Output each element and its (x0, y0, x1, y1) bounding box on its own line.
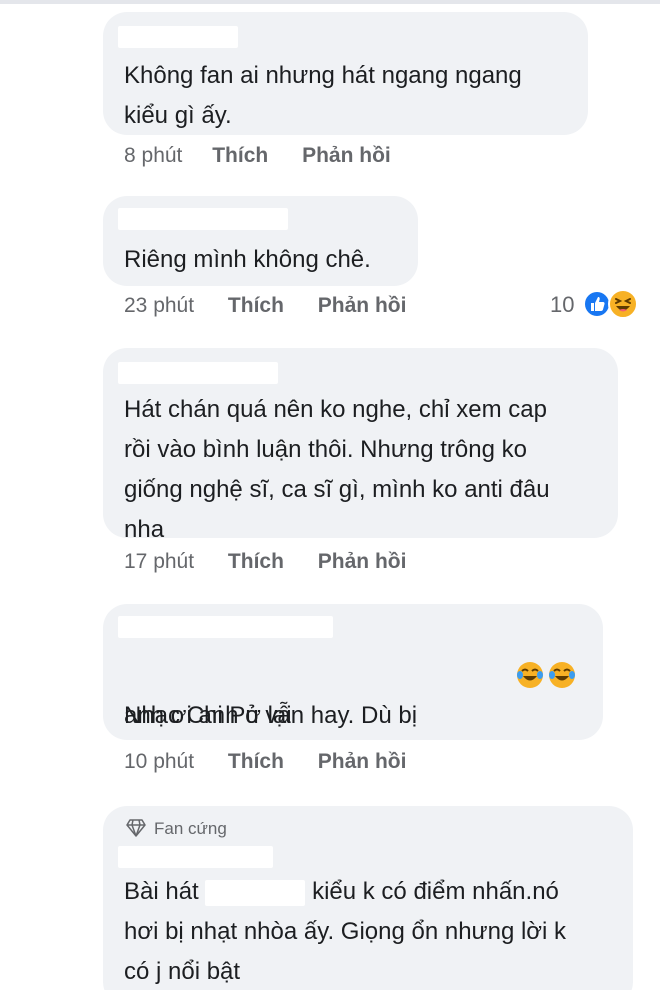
comment-actions: 17 phút Thích Phản hồi (124, 550, 406, 574)
reaction-summary[interactable]: 10 (550, 292, 574, 318)
top-fan-badge: Fan cứng (154, 819, 227, 838)
laugh-icon (608, 289, 638, 319)
reply-link[interactable]: Phản hồi (318, 750, 407, 773)
diamond-icon (126, 819, 146, 837)
comment-text-line-2: anh ơi anh ở lại (124, 702, 292, 729)
comment-text-after: kiểu k có điểm nhấn.nó (312, 878, 559, 905)
like-link[interactable]: Thích (228, 294, 284, 317)
comment-time[interactable]: 23 phút (124, 294, 194, 317)
comment-text: Riêng mình không chê. (124, 246, 371, 273)
comment-actions: 10 phút Thích Phản hồi (124, 750, 406, 774)
comment-time[interactable]: 17 phút (124, 550, 194, 573)
comment-thread: Không fan ai nhưng hát ngang ngang kiểu … (0, 0, 660, 990)
author-name-redacted (118, 26, 238, 48)
author-name-redacted (118, 362, 278, 384)
comment-text-before: Bài hát (124, 878, 199, 905)
tears-of-joy-icon (517, 662, 543, 688)
comment-text-line-1: Bài hát kiểu k có điểm nhấn.nó (124, 872, 624, 912)
like-link[interactable]: Thích (228, 550, 284, 573)
like-icon (583, 290, 611, 318)
comment-time[interactable]: 10 phút (124, 750, 194, 773)
comment-time[interactable]: 8 phút (124, 144, 182, 167)
author-name-redacted (118, 616, 333, 638)
redacted-text (205, 879, 306, 906)
top-divider (0, 0, 660, 4)
reply-link[interactable]: Phản hồi (302, 144, 391, 167)
comment-text: Không fan ai nhưng hát ngang ngang kiểu … (124, 62, 522, 129)
comment-actions: 8 phút Thích Phản hồi (124, 144, 391, 168)
comment-actions: 23 phút Thích Phản hồi (124, 294, 406, 318)
reply-link[interactable]: Phản hồi (318, 294, 407, 317)
reply-link[interactable]: Phản hồi (318, 550, 407, 573)
reaction-count: 10 (550, 292, 575, 317)
comment-text: Hát chán quá nên ko nghe, chỉ xem cap rồ… (124, 396, 550, 543)
author-name-redacted (118, 846, 273, 868)
like-link[interactable]: Thích (212, 144, 268, 167)
like-link[interactable]: Thích (228, 750, 284, 773)
tears-of-joy-icon (549, 662, 575, 688)
comment-text-rest: hơi bị nhạt nhòa ấy. Giọng ổn nhưng lời … (124, 918, 567, 985)
author-name-redacted (118, 208, 288, 230)
